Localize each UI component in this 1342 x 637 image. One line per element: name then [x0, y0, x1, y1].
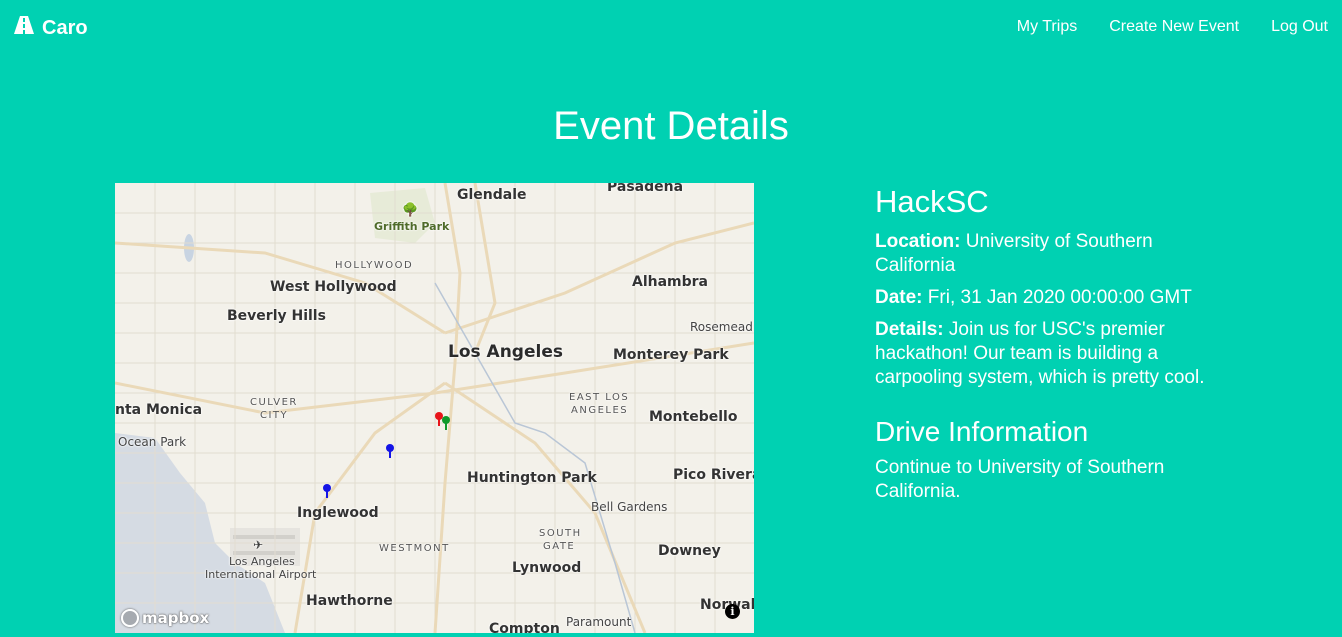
map-label-huntington-park: Huntington Park [467, 470, 597, 486]
map-label-santa-monica: nta Monica [115, 402, 203, 418]
brand-logo[interactable]: Caro [12, 15, 88, 41]
map-label-hollywood: HOLLYWOOD [335, 260, 414, 271]
map-label-beverly-hills: Beverly Hills [227, 308, 326, 324]
map-label-westmont: WESTMONT [379, 543, 450, 554]
map-label-culver: CULVER [250, 397, 298, 408]
nav-log-out-link[interactable]: Log Out [1271, 18, 1328, 36]
nav-links: My Trips Create New Event Log Out [1017, 18, 1328, 36]
map-label-ocean-park: Ocean Park [118, 435, 187, 449]
map-label-monterey-park: Monterey Park [613, 347, 729, 363]
event-details: Details: Join us for USC's premier hacka… [875, 318, 1235, 390]
date-label: Date: [875, 287, 923, 308]
map-label-lynwood: Lynwood [512, 560, 582, 576]
mapbox-logo[interactable]: mapbox [121, 609, 209, 627]
date-value: Fri, 31 Jan 2020 00:00:00 GMT [927, 287, 1192, 308]
rider-pin-blue-icon[interactable] [322, 483, 332, 499]
map-label-los-angeles: Los Angeles [448, 342, 563, 362]
map-label-west-hollywood: West Hollywood [270, 279, 397, 295]
map-label-downey: Downey [658, 543, 721, 559]
map-base-tiles [115, 183, 754, 633]
details-label: Details: [875, 319, 944, 340]
map-label-paramount: Paramount [566, 615, 632, 629]
map-label-compton: Compton [489, 621, 560, 633]
map-label-pasadena: Pasadena [607, 183, 684, 195]
location-label: Location: [875, 231, 961, 252]
page-title: Event Details [553, 104, 789, 148]
map-label-inglewood: Inglewood [297, 505, 379, 521]
nav-create-event-link[interactable]: Create New Event [1109, 18, 1239, 36]
mapbox-icon [121, 609, 139, 627]
brand-name: Caro [42, 16, 88, 39]
driver-pin-green-icon[interactable] [441, 415, 451, 431]
event-map[interactable]: Glendale Pasadena 🌳 Griffith Park HOLLYW… [115, 183, 754, 633]
map-label-lax-airport: International Airport [205, 568, 317, 581]
airport-icon: ✈ [253, 538, 264, 552]
map-label-bell-gardens: Bell Gardens [591, 500, 668, 514]
map-label-rosemead: Rosemead [690, 320, 753, 334]
map-label-griffith-park: Griffith Park [374, 220, 450, 233]
mapbox-wordmark: mapbox [142, 609, 210, 627]
event-location: Location: University of Southern Califor… [875, 230, 1235, 278]
map-label-angeles: ANGELES [571, 405, 629, 416]
road-icon [12, 15, 36, 41]
map-label-city: CITY [260, 410, 289, 421]
tree-icon: 🌳 [402, 203, 419, 218]
navbar: Caro My Trips Create New Event Log Out [0, 0, 1342, 55]
event-date: Date: Fri, 31 Jan 2020 00:00:00 GMT [875, 286, 1235, 310]
map-label-glendale: Glendale [457, 187, 527, 203]
map-label-pico-rivera: Pico Rivera [673, 467, 754, 483]
map-label-gate: GATE [543, 541, 576, 552]
map-label-south: SOUTH [539, 528, 582, 539]
map-label-lax: Los Angeles [229, 555, 295, 568]
info-icon[interactable]: i [725, 604, 740, 619]
map-label-hawthorne: Hawthorne [306, 593, 393, 609]
map-label-montebello: Montebello [649, 409, 738, 425]
map-label-alhambra: Alhambra [632, 274, 709, 290]
rider-pin-blue-icon[interactable] [385, 443, 395, 459]
map-label-east-los: EAST LOS [569, 392, 630, 403]
event-details-panel: HackSC Location: University of Southern … [875, 184, 1235, 512]
drive-info-text: Continue to University of Southern Calif… [875, 457, 1165, 502]
nav-my-trips-link[interactable]: My Trips [1017, 18, 1077, 36]
drive-info-heading: Drive Information [875, 416, 1089, 447]
event-name: HackSC [875, 184, 989, 219]
